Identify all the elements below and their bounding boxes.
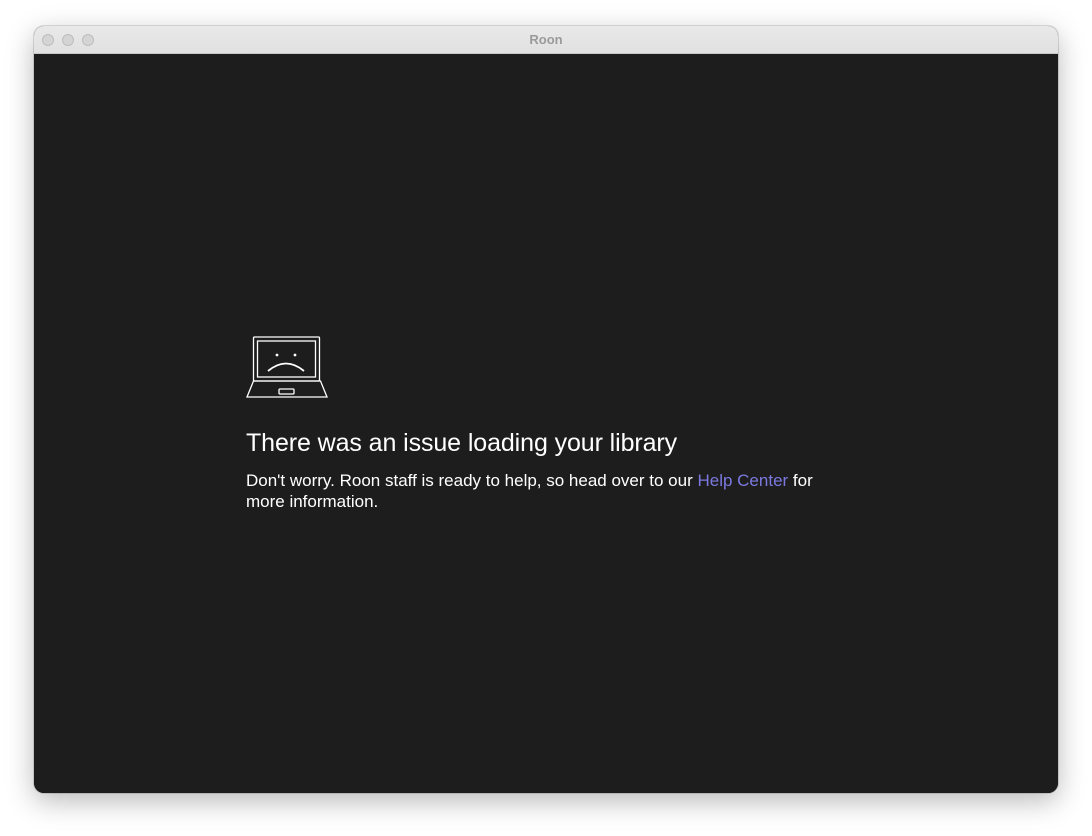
title-bar[interactable]: Roon xyxy=(34,26,1058,54)
error-screen: There was an issue loading your library … xyxy=(34,54,1058,793)
error-title: There was an issue loading your library xyxy=(246,429,678,457)
app-window: Roon There was an issue loading your lib… xyxy=(34,26,1058,793)
error-message: Don't worry. Roon staff is ready to help… xyxy=(246,470,836,512)
error-message-text: Don't worry. Roon staff is ready to help… xyxy=(246,471,698,490)
help-center-link[interactable]: Help Center xyxy=(697,471,788,490)
sad-laptop-icon xyxy=(246,336,328,398)
window-title: Roon xyxy=(529,32,563,47)
